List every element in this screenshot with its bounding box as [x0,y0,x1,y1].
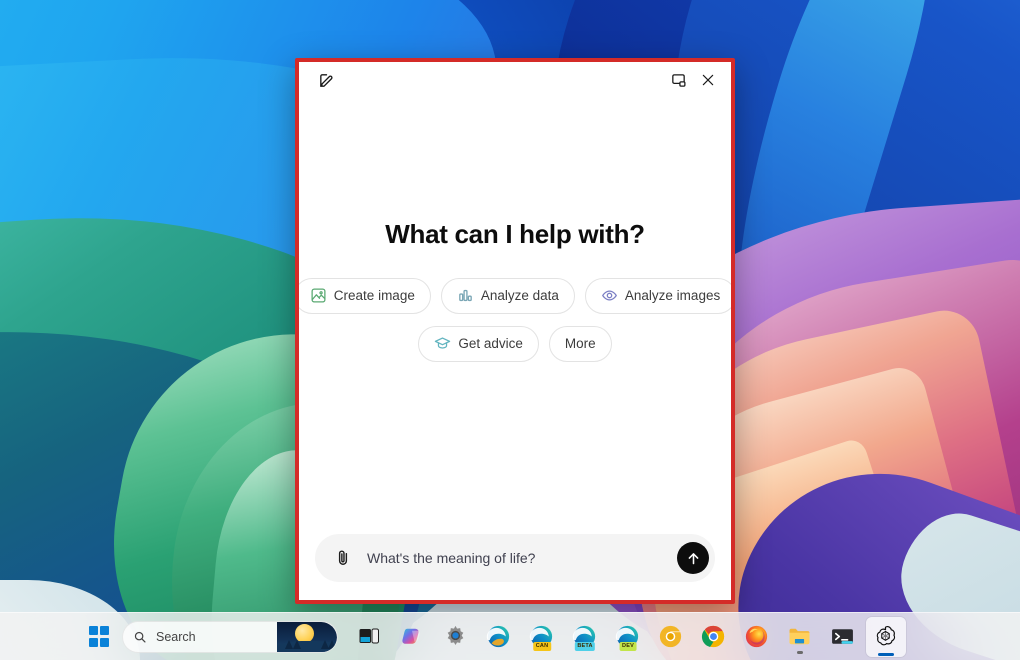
chatgpt-window: What can I help with? Create image Analy… [295,58,735,604]
taskbar-item-edge-canary[interactable]: CAN [522,617,562,657]
taskbar: Search CAN BETA DEV [0,612,1020,660]
suggestion-chip-label: Analyze data [480,288,559,303]
prompt-input[interactable] [367,550,667,566]
copilot-icon [400,624,426,650]
edge-channel-badge: CAN [533,642,551,651]
suggestion-chip-get-advice[interactable]: Get advice [418,325,539,362]
chatgpt-icon [873,624,899,650]
tree-icon [328,639,336,649]
taskbar-item-chrome[interactable] [694,617,734,657]
search-weather-widget [277,621,337,652]
edge-channel-badge: BETA [574,642,596,651]
page-title: What can I help with? [385,218,645,249]
gear-icon [443,624,469,650]
taskbar-item-task-view[interactable] [350,617,390,657]
suggestion-chip-label: More [564,336,596,351]
suggestion-chip-label: Get advice [458,336,523,351]
suggestion-chip-label: Create image [333,288,415,303]
composer-container [299,534,731,600]
suggestion-chip-label: Analyze images [624,288,721,303]
start-button[interactable] [82,620,116,654]
edge-beta-icon: BETA [572,624,598,651]
taskbar-item-terminal[interactable] [823,617,863,657]
wallpaper-ribbon-navy-edge [702,0,958,368]
search-placeholder-label: Search [156,629,196,644]
suggestion-chip-analyze-data[interactable]: Analyze data [440,277,575,314]
edge-channel-badge: DEV [619,642,637,651]
taskbar-item-settings[interactable] [436,617,476,657]
desktop: What can I help with? Create image Analy… [0,0,1020,660]
graduation-cap-icon [434,335,451,352]
composer [315,534,715,582]
firefox-icon [744,624,770,650]
active-indicator [878,652,894,656]
chrome-icon [701,624,727,650]
tree-icon [285,639,293,649]
chat-empty-state: What can I help with? Create image Analy… [299,98,731,534]
taskbar-item-edge-beta[interactable]: BETA [565,617,605,657]
search-icon [134,631,146,643]
suggestion-chip-create-image[interactable]: Create image [299,277,431,314]
taskbar-item-edge[interactable] [479,617,519,657]
window-titlebar [299,62,731,98]
send-button[interactable] [677,542,709,574]
picture-in-picture-icon [671,73,686,87]
paperclip-icon [338,550,348,565]
taskbar-item-chatgpt[interactable] [866,616,906,657]
tree-icon [293,639,301,649]
suggestion-chip-analyze-images[interactable]: Analyze images [584,277,731,314]
suggestion-row-1: Create image Analyze data Analyze images [299,277,731,314]
new-chat-button[interactable] [311,66,341,94]
compose-pencil-icon [319,73,333,87]
taskbar-item-file-explorer[interactable] [780,617,820,657]
suggestion-chip-more[interactable]: More [548,325,612,362]
eye-icon [601,287,618,304]
taskbar-item-copilot[interactable] [393,617,433,657]
edge-icon [486,624,512,650]
image-icon [310,287,327,304]
chrome-canary-icon [658,624,684,650]
folder-icon [787,624,813,654]
taskbar-item-chrome-canary[interactable] [651,617,691,657]
bar-chart-icon [457,287,474,304]
suggestion-row-2: Get advice More [418,325,612,362]
arrow-up-icon [688,552,698,564]
attach-file-button[interactable] [329,544,357,572]
taskbar-app-list: CAN BETA DEV [350,616,906,657]
taskbar-item-edge-dev[interactable]: DEV [608,617,648,657]
task-view-icon [357,624,383,650]
search-input[interactable]: Search [122,620,338,653]
edge-canary-icon: CAN [529,624,555,651]
windows-logo-icon [88,626,110,647]
edge-dev-icon: DEV [615,624,641,651]
terminal-icon [830,624,856,650]
running-indicator [797,650,803,654]
close-window-button[interactable] [693,66,723,94]
close-icon [702,74,714,86]
open-in-companion-window-button[interactable] [663,66,693,94]
taskbar-item-firefox[interactable] [737,617,777,657]
